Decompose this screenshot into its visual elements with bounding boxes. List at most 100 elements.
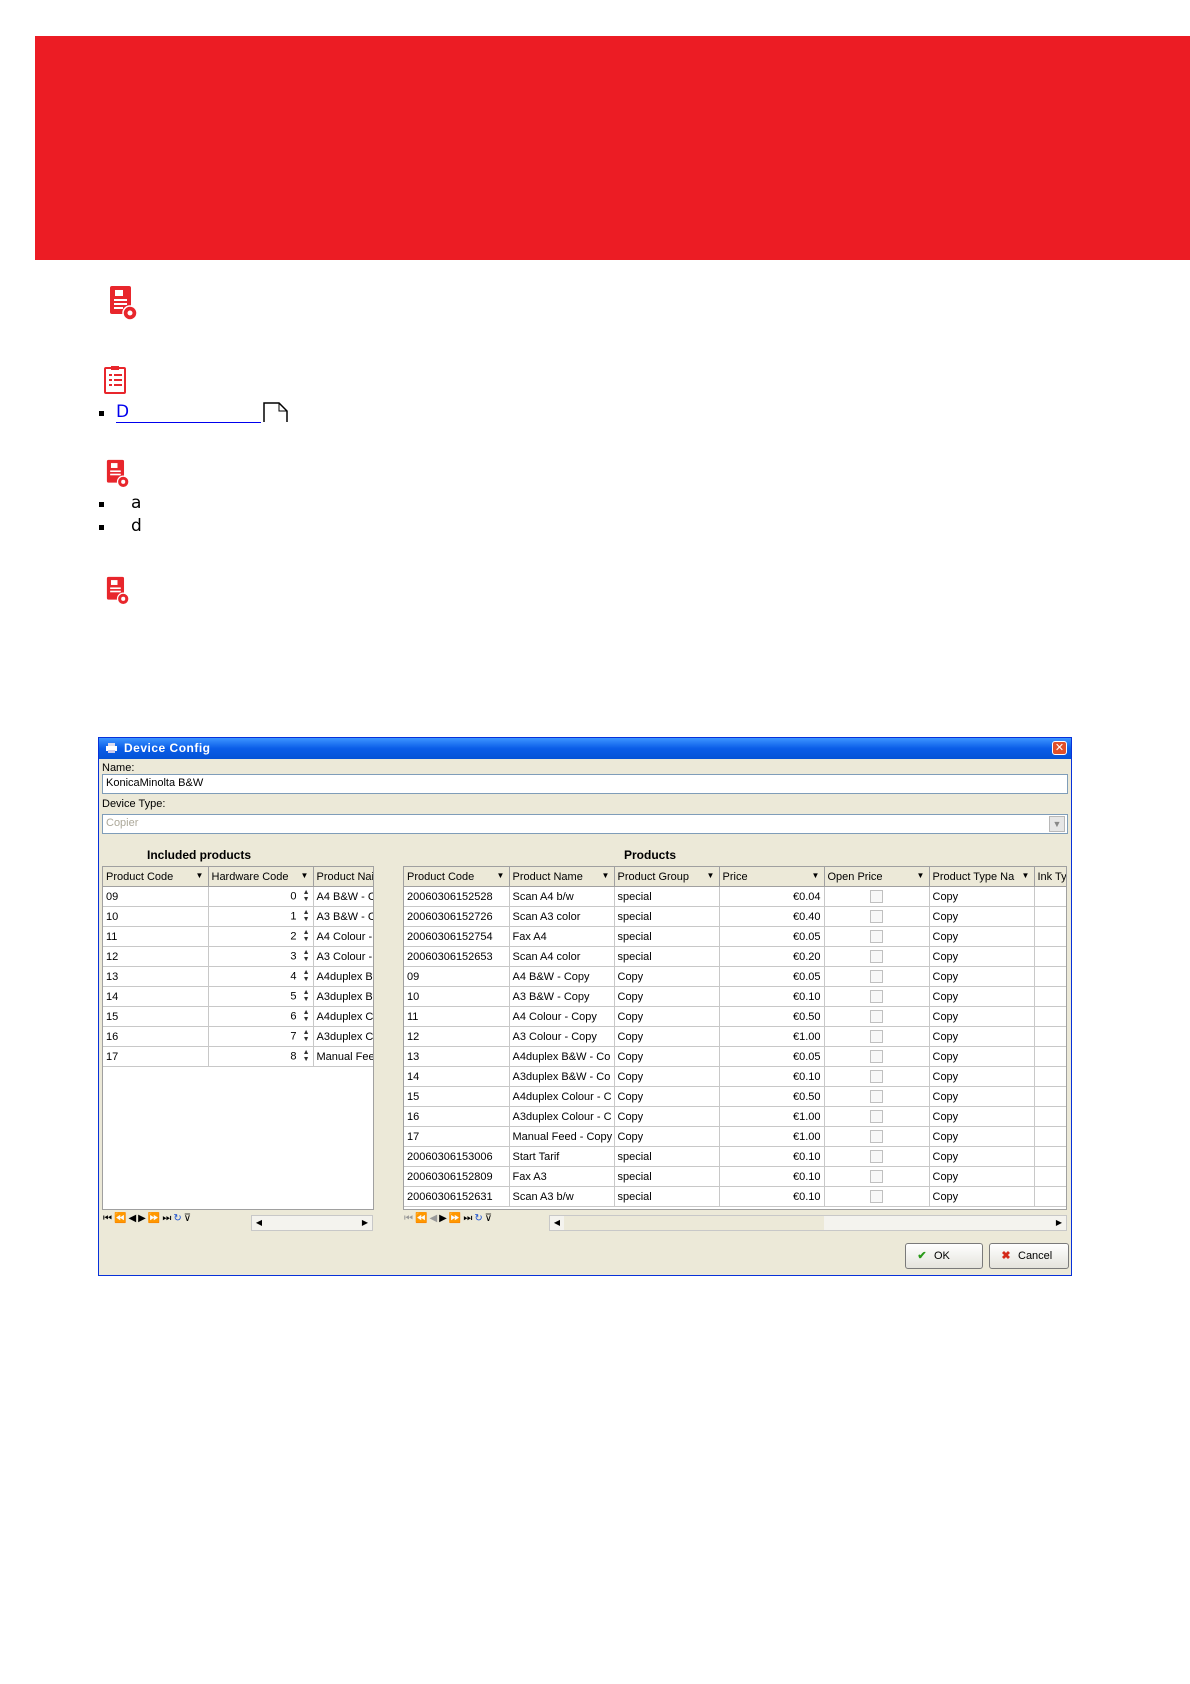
table-row[interactable]: 15 A4duplex Colour - C Copy €0.50 Copy: [404, 1086, 1066, 1107]
open-price-checkbox[interactable]: [870, 1050, 883, 1063]
name-field[interactable]: KonicaMinolta B&W: [102, 774, 1068, 794]
refresh-icon[interactable]: ↻: [474, 1213, 482, 1224]
spinner-icon[interactable]: ▲ ▼: [300, 909, 310, 924]
prev-page-icon[interactable]: ⏪: [114, 1213, 126, 1224]
device-type-select[interactable]: Copier ▼: [102, 814, 1068, 834]
filter-icon[interactable]: ⊽: [485, 1213, 492, 1224]
hardware-code-cell[interactable]: 1 ▲ ▼: [208, 906, 314, 927]
table-row[interactable]: 13 A4duplex B&W - Co Copy €0.05 Copy: [404, 1046, 1066, 1067]
scroll-left-icon[interactable]: ◀: [252, 1216, 266, 1230]
last-record-icon[interactable]: ⏭: [162, 1213, 171, 1224]
filter-icon[interactable]: ⊽: [184, 1213, 191, 1224]
products-horizontal-scrollbar[interactable]: ◀ ▶: [549, 1215, 1067, 1231]
open-price-checkbox[interactable]: [870, 1110, 883, 1123]
column-header[interactable]: Product Code ▼: [404, 867, 510, 887]
spinner-icon[interactable]: ▲ ▼: [300, 989, 310, 1004]
last-record-icon[interactable]: ⏭: [463, 1213, 472, 1224]
open-price-checkbox[interactable]: [870, 950, 883, 963]
spinner-icon[interactable]: ▲ ▼: [300, 969, 310, 984]
table-row[interactable]: 20060306152726 Scan A3 color special €0.40 C…: [404, 906, 1066, 927]
open-price-checkbox[interactable]: [870, 1010, 883, 1023]
spinner-icon[interactable]: ▲ ▼: [300, 1049, 310, 1064]
table-row[interactable]: 13 4 ▲ ▼ A4duplex B: [103, 966, 373, 987]
dropdown-arrow-icon[interactable]: ▼: [600, 870, 612, 882]
table-row[interactable]: 12 3 ▲ ▼ A3 Colour -: [103, 946, 373, 967]
scroll-right-icon[interactable]: ▶: [1052, 1216, 1066, 1230]
table-row[interactable]: 09 A4 B&W - Copy Copy €0.05 Copy: [404, 966, 1066, 987]
table-row[interactable]: 15 6 ▲ ▼ A4duplex C: [103, 1006, 373, 1027]
column-header[interactable]: Price ▼: [719, 867, 825, 887]
scroll-left-icon[interactable]: ◀: [550, 1216, 564, 1230]
first-record-icon[interactable]: ⏮: [404, 1213, 413, 1224]
dropdown-arrow-icon[interactable]: ▼: [810, 870, 822, 882]
cancel-button[interactable]: ✖ Cancel: [989, 1243, 1069, 1269]
ok-button[interactable]: ✔ OK: [905, 1243, 983, 1269]
open-price-checkbox[interactable]: [870, 1090, 883, 1103]
dropdown-arrow-icon[interactable]: ▼: [915, 870, 927, 882]
first-record-icon[interactable]: ⏮: [103, 1213, 112, 1224]
next-record-icon[interactable]: ▶: [138, 1213, 146, 1224]
table-row[interactable]: 14 A3duplex B&W - Co Copy €0.10 Copy: [404, 1066, 1066, 1087]
hardware-code-cell[interactable]: 7 ▲ ▼: [208, 1026, 314, 1047]
open-price-checkbox[interactable]: [870, 1070, 883, 1083]
prev-record-icon[interactable]: ◀: [128, 1213, 136, 1224]
dropdown-arrow-icon[interactable]: ▼: [194, 870, 206, 882]
table-row[interactable]: 17 Manual Feed - Copy Copy €1.00 Copy: [404, 1126, 1066, 1147]
table-row[interactable]: 14 5 ▲ ▼ A3duplex B: [103, 986, 373, 1007]
dropdown-arrow-icon[interactable]: ▼: [1020, 870, 1032, 882]
hardware-code-cell[interactable]: 8 ▲ ▼: [208, 1046, 314, 1067]
hardware-code-cell[interactable]: 6 ▲ ▼: [208, 1006, 314, 1027]
table-row[interactable]: 20060306152754 Fax A4 special €0.05 Copy: [404, 926, 1066, 947]
spinner-icon[interactable]: ▲ ▼: [300, 949, 310, 964]
spinner-icon[interactable]: ▲ ▼: [300, 1029, 310, 1044]
table-row[interactable]: 10 1 ▲ ▼ A3 B&W - C: [103, 906, 373, 927]
hardware-code-cell[interactable]: 3 ▲ ▼: [208, 946, 314, 967]
open-price-checkbox[interactable]: [870, 1030, 883, 1043]
refresh-icon[interactable]: ↻: [173, 1213, 181, 1224]
close-button[interactable]: ✕: [1052, 741, 1067, 755]
dropdown-arrow-icon[interactable]: ▼: [299, 870, 311, 882]
document-link[interactable]: D: [116, 402, 261, 423]
open-price-checkbox[interactable]: [870, 910, 883, 923]
spinner-icon[interactable]: ▲ ▼: [300, 889, 310, 904]
dropdown-arrow-icon[interactable]: ▼: [495, 870, 507, 882]
open-price-checkbox[interactable]: [870, 990, 883, 1003]
hardware-code-cell[interactable]: 0 ▲ ▼: [208, 886, 314, 907]
table-row[interactable]: 09 0 ▲ ▼ A4 B&W - C: [103, 886, 373, 907]
spinner-icon[interactable]: ▲ ▼: [300, 1009, 310, 1024]
column-header[interactable]: Product Group ▼: [614, 867, 720, 887]
table-row[interactable]: 20060306152528 Scan A4 b/w special €0.04 Cop…: [404, 886, 1066, 907]
included-horizontal-scrollbar[interactable]: ◀ ▶: [251, 1215, 373, 1231]
scroll-right-icon[interactable]: ▶: [358, 1216, 372, 1230]
table-row[interactable]: 10 A3 B&W - Copy Copy €0.10 Copy: [404, 986, 1066, 1007]
dialog-titlebar[interactable]: Device Config ✕: [99, 738, 1071, 759]
hardware-code-cell[interactable]: 2 ▲ ▼: [208, 926, 314, 947]
open-price-checkbox[interactable]: [870, 1150, 883, 1163]
scroll-thumb[interactable]: [564, 1216, 824, 1230]
table-row[interactable]: 16 A3duplex Colour - C Copy €1.00 Copy: [404, 1106, 1066, 1127]
table-row[interactable]: 11 2 ▲ ▼ A4 Colour -: [103, 926, 373, 947]
open-price-checkbox[interactable]: [870, 1190, 883, 1203]
table-row[interactable]: 20060306152809 Fax A3 special €0.10 Copy: [404, 1166, 1066, 1187]
table-row[interactable]: 16 7 ▲ ▼ A3duplex C: [103, 1026, 373, 1047]
prev-page-icon[interactable]: ⏪: [415, 1213, 427, 1224]
column-header[interactable]: Product Code ▼: [103, 867, 209, 887]
next-page-icon[interactable]: ⏩: [148, 1213, 160, 1224]
dropdown-arrow-icon[interactable]: ▼: [705, 870, 717, 882]
column-header[interactable]: Product Nai: [313, 867, 373, 887]
table-row[interactable]: 20060306153006 Start Tarif special €0.10 Cop…: [404, 1146, 1066, 1167]
column-header[interactable]: Product Name ▼: [509, 867, 615, 887]
hardware-code-cell[interactable]: 5 ▲ ▼: [208, 986, 314, 1007]
table-row[interactable]: 12 A3 Colour - Copy Copy €1.00 Copy: [404, 1026, 1066, 1047]
open-price-checkbox[interactable]: [870, 1170, 883, 1183]
open-price-checkbox[interactable]: [870, 970, 883, 983]
open-price-checkbox[interactable]: [870, 890, 883, 903]
next-page-icon[interactable]: ⏩: [449, 1213, 461, 1224]
column-header[interactable]: Ink Typ: [1034, 867, 1066, 887]
spinner-icon[interactable]: ▲ ▼: [300, 929, 310, 944]
column-header[interactable]: Product Type Na ▼: [929, 867, 1035, 887]
column-header[interactable]: Open Price ▼: [824, 867, 930, 887]
next-record-icon[interactable]: ▶: [439, 1213, 447, 1224]
chevron-down-icon[interactable]: ▼: [1049, 816, 1065, 832]
prev-record-icon[interactable]: ◀: [429, 1213, 437, 1224]
